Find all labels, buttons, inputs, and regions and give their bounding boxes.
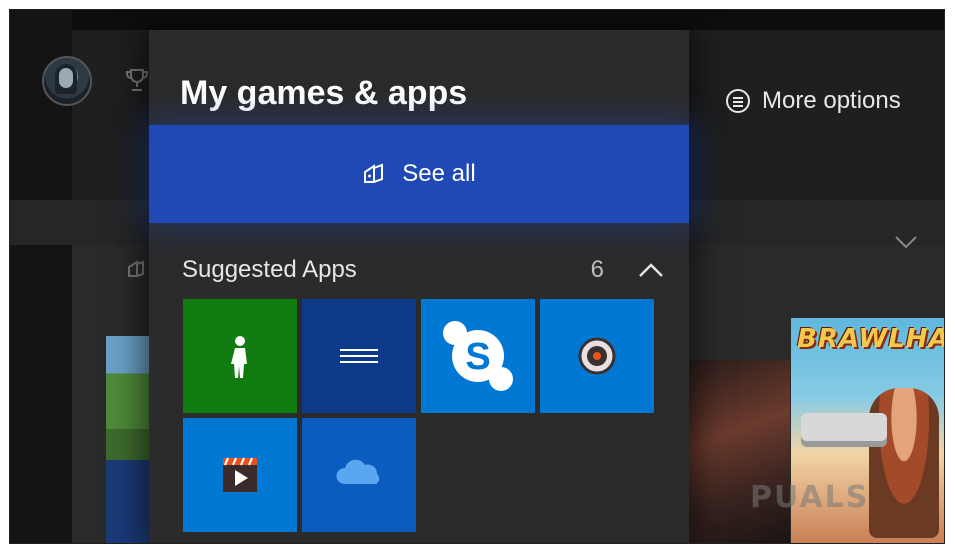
app-tile-groove[interactable] <box>540 299 654 413</box>
screen-frame: More options BRAWLHA PUALS My games & ap… <box>10 10 944 543</box>
more-options-button[interactable]: More options <box>726 86 901 116</box>
music-disc-icon <box>578 337 616 375</box>
chevron-down-icon[interactable] <box>894 234 918 250</box>
app-tile-avatar[interactable] <box>183 299 297 413</box>
guide-panel: My games & apps See all Suggested Apps 6 <box>149 30 689 543</box>
my-games-icon <box>364 163 384 183</box>
game-tile-title: BRAWLHA <box>797 324 944 354</box>
skype-icon: S <box>443 321 513 391</box>
game-art-gun <box>801 413 887 447</box>
profile-avatar[interactable] <box>42 56 92 106</box>
app-tile-skype[interactable]: S <box>421 299 535 413</box>
guide-title: My games & apps <box>180 74 468 112</box>
lines-icon <box>340 349 378 363</box>
my-games-icon <box>128 260 144 277</box>
section-count: 6 <box>590 256 604 283</box>
game-art-character <box>869 388 939 538</box>
menu-circle-icon <box>726 89 750 113</box>
suggested-apps-header[interactable]: Suggested Apps 6 <box>182 253 664 287</box>
svg-text:S: S <box>465 336 490 378</box>
see-all-button[interactable]: See all <box>149 125 689 223</box>
film-clapper-icon <box>223 457 257 492</box>
section-label: Suggested Apps <box>182 256 357 283</box>
more-options-label: More options <box>762 87 901 114</box>
chevron-up-icon[interactable] <box>638 262 664 278</box>
game-tile-mech[interactable] <box>688 360 790 543</box>
trophy-icon[interactable] <box>126 68 148 92</box>
app-tile-onedrive[interactable] <box>302 418 416 532</box>
watermark: PUALS <box>750 480 870 515</box>
game-tile-minecraft[interactable] <box>106 336 150 543</box>
avatar-figure-icon <box>231 336 247 378</box>
app-tile-lines[interactable] <box>302 299 416 413</box>
cloud-icon <box>336 459 380 484</box>
see-all-label: See all <box>402 160 476 187</box>
app-tile-movies[interactable] <box>183 418 297 532</box>
